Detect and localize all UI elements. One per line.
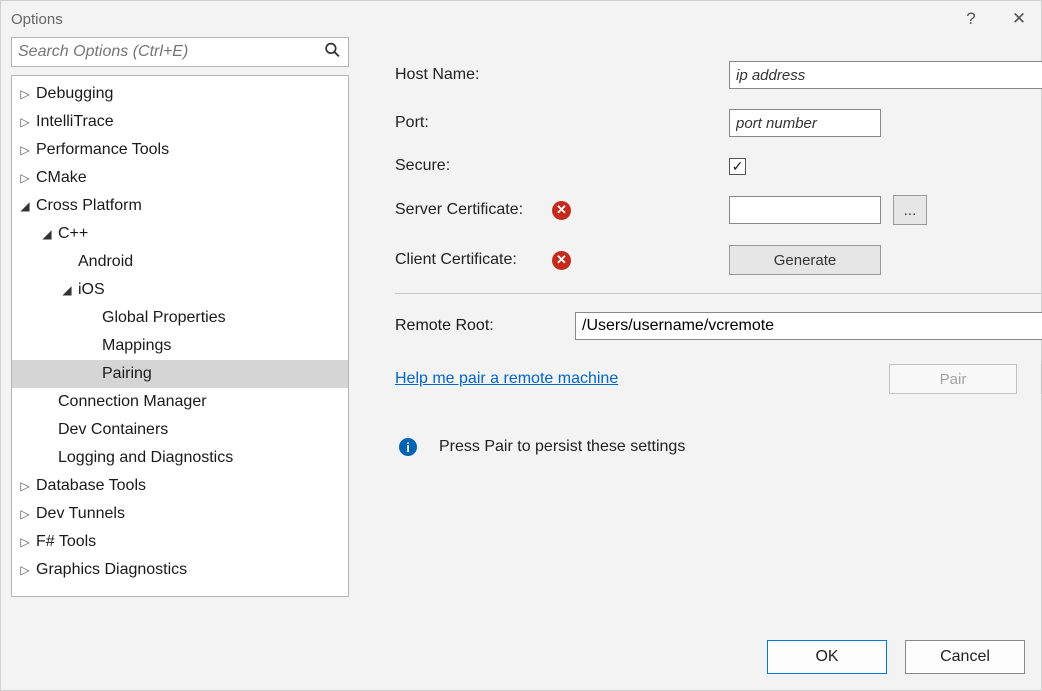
help-pair-link[interactable]: Help me pair a remote machine: [395, 370, 618, 388]
tree-item-connection-manager[interactable]: ▷Connection Manager: [12, 388, 348, 416]
options-tree[interactable]: ▷Debugging ▷IntelliTrace ▷Performance To…: [11, 75, 349, 597]
search-icon[interactable]: [324, 42, 341, 63]
chevron-down-icon: ◢: [60, 283, 74, 297]
tree-item-graphics-diagnostics[interactable]: ▷Graphics Diagnostics: [12, 556, 348, 584]
help-icon[interactable]: ?: [959, 9, 983, 29]
ok-button[interactable]: OK: [767, 640, 887, 674]
host-name-input[interactable]: [729, 61, 1042, 89]
tree-item-debugging[interactable]: ▷Debugging: [12, 80, 348, 108]
pair-button[interactable]: Pair: [889, 364, 1017, 394]
tree-item-cmake[interactable]: ▷CMake: [12, 164, 348, 192]
tree-item-intellitrace[interactable]: ▷IntelliTrace: [12, 108, 348, 136]
secure-checkbox[interactable]: ✓: [729, 158, 746, 175]
search-input[interactable]: [11, 37, 349, 67]
error-icon: ✕: [552, 251, 571, 270]
tree-item-cpp[interactable]: ◢C++: [12, 220, 348, 248]
separator: [395, 293, 1042, 294]
chevron-right-icon: ▷: [18, 563, 32, 577]
server-cert-input[interactable]: [729, 196, 881, 224]
host-name-select[interactable]: ⌄: [729, 61, 1042, 89]
chevron-right-icon: ▷: [18, 87, 32, 101]
info-text: Press Pair to persist these settings: [439, 438, 685, 456]
host-name-label: Host Name:: [395, 66, 549, 84]
tree-item-ios[interactable]: ◢iOS: [12, 276, 348, 304]
tree-item-dev-containers[interactable]: ▷Dev Containers: [12, 416, 348, 444]
remote-root-input[interactable]: [575, 312, 1042, 340]
server-cert-label: Server Certificate:: [395, 201, 549, 219]
secure-label: Secure:: [395, 157, 549, 175]
chevron-right-icon: ▷: [18, 115, 32, 129]
port-label: Port:: [395, 114, 549, 132]
chevron-right-icon: ▷: [18, 535, 32, 549]
title-bar: Options ? ✕: [1, 1, 1041, 37]
tree-item-dev-tunnels[interactable]: ▷Dev Tunnels: [12, 500, 348, 528]
generate-button[interactable]: Generate: [729, 245, 881, 275]
close-icon[interactable]: ✕: [1007, 9, 1031, 29]
tree-item-mappings[interactable]: ▷Mappings: [12, 332, 348, 360]
tree-item-logging-diagnostics[interactable]: ▷Logging and Diagnostics: [12, 444, 348, 472]
info-icon: i: [399, 438, 417, 456]
tree-item-fsharp-tools[interactable]: ▷F# Tools: [12, 528, 348, 556]
tree-item-global-properties[interactable]: ▷Global Properties: [12, 304, 348, 332]
error-icon: ✕: [552, 201, 571, 220]
browse-server-cert-button[interactable]: ...: [893, 195, 927, 225]
window-title: Options: [11, 11, 63, 28]
tree-item-cross-platform[interactable]: ◢Cross Platform: [12, 192, 348, 220]
tree-item-database-tools[interactable]: ▷Database Tools: [12, 472, 348, 500]
client-cert-label: Client Certificate:: [395, 251, 549, 269]
remote-root-label: Remote Root:: [395, 317, 575, 335]
chevron-down-icon: ◢: [18, 199, 32, 213]
chevron-right-icon: ▷: [18, 507, 32, 521]
chevron-right-icon: ▷: [18, 479, 32, 493]
tree-item-android[interactable]: ▷Android: [12, 248, 348, 276]
tree-item-performance-tools[interactable]: ▷Performance Tools: [12, 136, 348, 164]
tree-item-pairing[interactable]: ▷Pairing: [12, 360, 348, 388]
chevron-down-icon: ◢: [40, 227, 54, 241]
port-input[interactable]: [729, 109, 881, 137]
chevron-right-icon: ▷: [18, 171, 32, 185]
chevron-right-icon: ▷: [18, 143, 32, 157]
cancel-button[interactable]: Cancel: [905, 640, 1025, 674]
